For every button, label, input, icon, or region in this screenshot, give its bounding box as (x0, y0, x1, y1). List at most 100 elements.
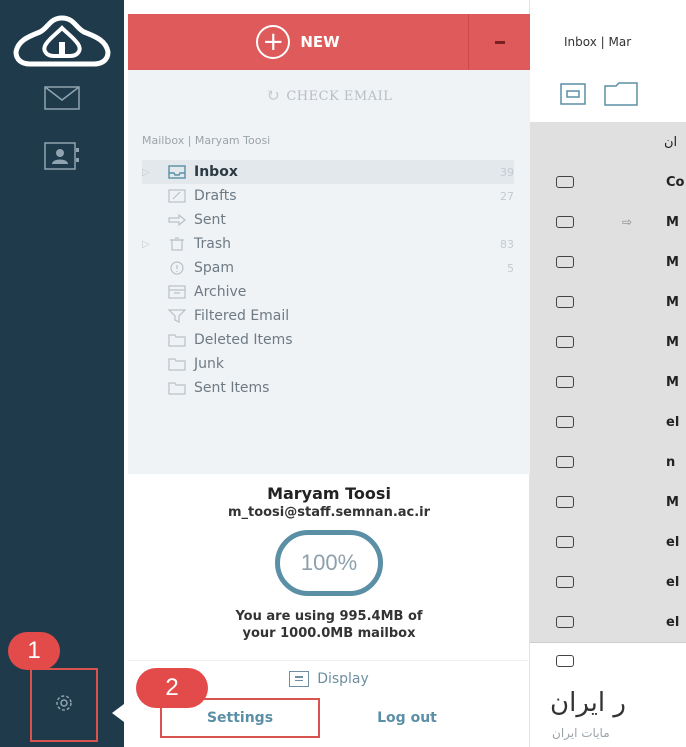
brand-title: ر ایران (550, 688, 626, 718)
row-checkbox[interactable] (556, 256, 574, 268)
folder-list: Mailbox | Maryam Toosi ▷ Inbox 39 Drafts 27 S… (128, 122, 530, 474)
annotation-badge-2: 2 (136, 668, 208, 708)
expand-arrow-icon[interactable]: ▷ (142, 239, 164, 250)
display-button-label: Display (317, 670, 369, 687)
refresh-icon: ↻ (265, 86, 281, 106)
unread-count: 39 (500, 165, 514, 179)
row-checkbox[interactable] (556, 496, 574, 508)
user-email: m_toosi@staff.semnan.ac.ir (227, 505, 431, 520)
message-sender: M (666, 214, 679, 230)
expand-arrow-icon[interactable]: ▷ (142, 167, 164, 178)
mail-nav-button[interactable] (28, 82, 96, 118)
row-checkbox[interactable] (556, 296, 574, 308)
folder-label: Junk (194, 356, 224, 372)
trash-icon (164, 237, 190, 251)
unread-count: 5 (507, 261, 514, 275)
university-logo (10, 14, 114, 70)
folder-deleted-items[interactable]: Deleted Items (142, 328, 514, 352)
mailbox-title: Mailbox | Maryam Toosi (142, 134, 271, 147)
folder-spam[interactable]: Spam 5 (142, 256, 514, 280)
message-sender: el (666, 574, 680, 590)
folder-label: Sent (194, 212, 226, 228)
message-row[interactable]: el (530, 562, 686, 602)
check-email-button[interactable]: ↻ CHECK EMAIL (128, 70, 530, 122)
message-row[interactable]: ان (530, 122, 686, 162)
row-checkbox[interactable] (556, 655, 574, 667)
brand-subtitle: مایات ایران (552, 726, 610, 740)
message-rows: ان Co ⇨ M M M M Mel n Mel el el (530, 122, 686, 642)
row-checkbox[interactable] (556, 456, 574, 468)
folder-label: Inbox (194, 164, 238, 180)
sent-icon (164, 213, 190, 227)
message-list-pane: Inbox | Mar ان Co ⇨ M M M M Mel n Mel el el ر ایران… (530, 0, 686, 747)
message-row[interactable]: M (530, 322, 686, 362)
forwarded-arrow-icon: ⇨ (622, 215, 633, 229)
message-sender: M (666, 494, 679, 510)
message-row[interactable]: M (530, 242, 686, 282)
user-name: Maryam Toosi (267, 484, 391, 503)
folder-label: Sent Items (194, 380, 270, 396)
folder-drafts[interactable]: Drafts 27 (142, 184, 514, 208)
row-checkbox[interactable] (556, 416, 574, 428)
folder-junk[interactable]: Junk (142, 352, 514, 376)
check-email-label: CHECK EMAIL (286, 88, 393, 104)
row-checkbox[interactable] (556, 576, 574, 588)
list-icon (289, 670, 310, 687)
folder-archive[interactable]: Archive (142, 280, 514, 304)
message-row[interactable]: n (530, 442, 686, 482)
settings-gear-button[interactable] (30, 668, 98, 742)
message-list-header: Inbox | Mar (530, 14, 686, 70)
message-sender: M (666, 294, 679, 310)
quota-usage-text: You are using 995.4MB of your 1000.0MB m… (179, 608, 479, 642)
folder-inbox[interactable]: ▷ Inbox 39 (142, 160, 514, 184)
folder-icon (164, 357, 190, 371)
new-dropdown-button[interactable] (468, 14, 530, 70)
message-row[interactable]: el (530, 402, 686, 442)
folder-label: Trash (194, 236, 231, 252)
folder-icon (164, 381, 190, 395)
message-sender: ان (664, 134, 678, 150)
message-row[interactable]: Co (530, 162, 686, 202)
row-checkbox[interactable] (556, 336, 574, 348)
inbox-tray-icon[interactable] (560, 83, 586, 109)
spam-icon (164, 261, 190, 275)
folder-icon[interactable] (604, 82, 638, 110)
message-sender: M (666, 254, 679, 270)
profile-section: Maryam Toosi m_toosi@staff.semnan.ac.ir … (128, 474, 530, 642)
message-sender: n (666, 454, 676, 470)
contacts-nav-button[interactable] (28, 140, 96, 176)
message-sender: M (666, 334, 679, 350)
folder-label: Filtered Email (194, 308, 290, 324)
row-checkbox[interactable] (556, 216, 574, 228)
unread-count: 83 (500, 237, 514, 251)
folder-label: Spam (194, 260, 234, 276)
message-sender: Co (666, 174, 685, 190)
message-sender: el (666, 614, 680, 630)
folder-sent-items[interactable]: Sent Items (142, 376, 514, 400)
message-row[interactable]: el (530, 522, 686, 562)
folder-label: Archive (194, 284, 247, 300)
new-button[interactable]: + NEW (128, 14, 468, 70)
new-button-label: NEW (300, 33, 340, 51)
folder-sent[interactable]: Sent (142, 208, 514, 232)
empty-message-row[interactable] (530, 642, 686, 678)
message-row[interactable]: ⇨ M (530, 202, 686, 242)
message-row[interactable]: M (530, 362, 686, 402)
gear-icon (52, 691, 76, 719)
folder-filtered-email[interactable]: Filtered Email (142, 304, 514, 328)
active-pointer (112, 704, 124, 722)
message-row[interactable]: M (530, 482, 686, 522)
logout-link[interactable]: Log out (352, 698, 462, 738)
row-checkbox[interactable] (556, 536, 574, 548)
quota-usage-line-1: You are using 995.4MB of (235, 609, 423, 624)
row-checkbox[interactable] (556, 616, 574, 628)
message-row[interactable]: el (530, 602, 686, 642)
row-checkbox[interactable] (556, 176, 574, 188)
archive-icon (164, 285, 190, 299)
message-sender: M (666, 374, 679, 390)
annotation-badge-1: 1 (8, 632, 60, 670)
folder-trash[interactable]: ▷ Trash 83 (142, 232, 514, 256)
message-row[interactable]: M (530, 282, 686, 322)
inbox-icon (164, 165, 190, 179)
row-checkbox[interactable] (556, 376, 574, 388)
